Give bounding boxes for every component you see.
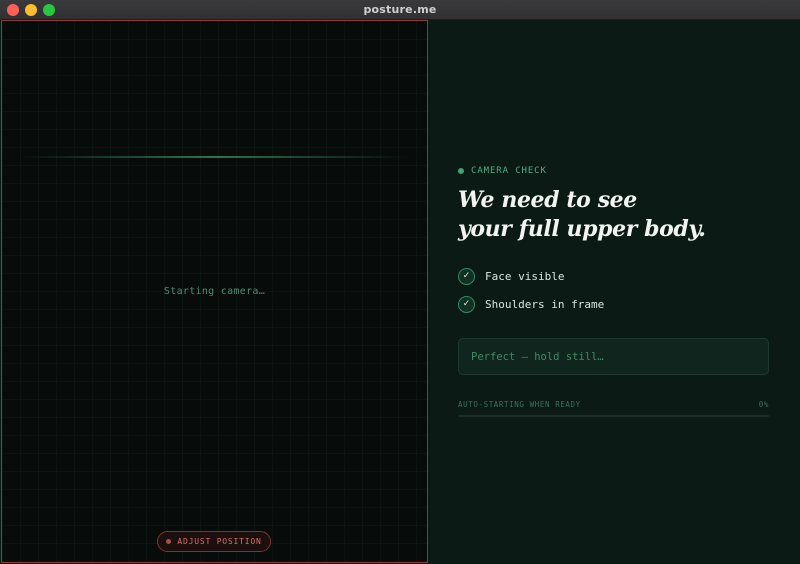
camera-check-eyebrow: CAMERA CHECK bbox=[458, 166, 547, 176]
auto-start-progress-header: AUTO-STARTING WHEN READY 0% bbox=[458, 400, 769, 409]
checklist-item-label: Shoulders in frame bbox=[485, 298, 605, 311]
requirements-checklist: ✓ Face visible ✓ Shoulders in frame bbox=[458, 267, 604, 323]
status-message: Perfect — hold still… bbox=[471, 350, 604, 363]
checklist-item-shoulders: ✓ Shoulders in frame bbox=[458, 295, 604, 314]
headline-line-1: We need to see bbox=[458, 187, 637, 213]
status-dot-icon bbox=[458, 168, 464, 174]
camera-check-panel: CAMERA CHECK We need to see your full up… bbox=[428, 20, 800, 564]
camera-status-text: Starting camera… bbox=[163, 286, 266, 297]
window-title: posture.me bbox=[363, 3, 437, 16]
app-window: posture.me Starting camera… ADJUST POSIT… bbox=[0, 0, 800, 564]
checkmark-icon: ✓ bbox=[458, 268, 475, 285]
checklist-item-label: Face visible bbox=[485, 270, 565, 283]
headline-line-2: your full upper body. bbox=[458, 216, 706, 242]
progress-bar bbox=[458, 415, 769, 417]
adjust-position-label: ADJUST POSITION bbox=[177, 537, 262, 546]
adjust-position-button[interactable]: ADJUST POSITION bbox=[157, 531, 271, 552]
status-dot-icon bbox=[166, 539, 172, 544]
page-title: We need to see your full upper body. bbox=[458, 186, 788, 244]
scan-line bbox=[18, 156, 411, 158]
progress-percent: 0% bbox=[758, 400, 769, 409]
camera-preview: Starting camera… ADJUST POSITION bbox=[1, 20, 428, 563]
status-message-box: Perfect — hold still… bbox=[458, 338, 769, 375]
eyebrow-label: CAMERA CHECK bbox=[471, 166, 547, 176]
checkmark-icon: ✓ bbox=[458, 296, 475, 313]
checklist-item-face: ✓ Face visible bbox=[458, 267, 604, 286]
progress-label: AUTO-STARTING WHEN READY bbox=[458, 400, 581, 409]
title-bar[interactable]: posture.me bbox=[0, 0, 800, 20]
